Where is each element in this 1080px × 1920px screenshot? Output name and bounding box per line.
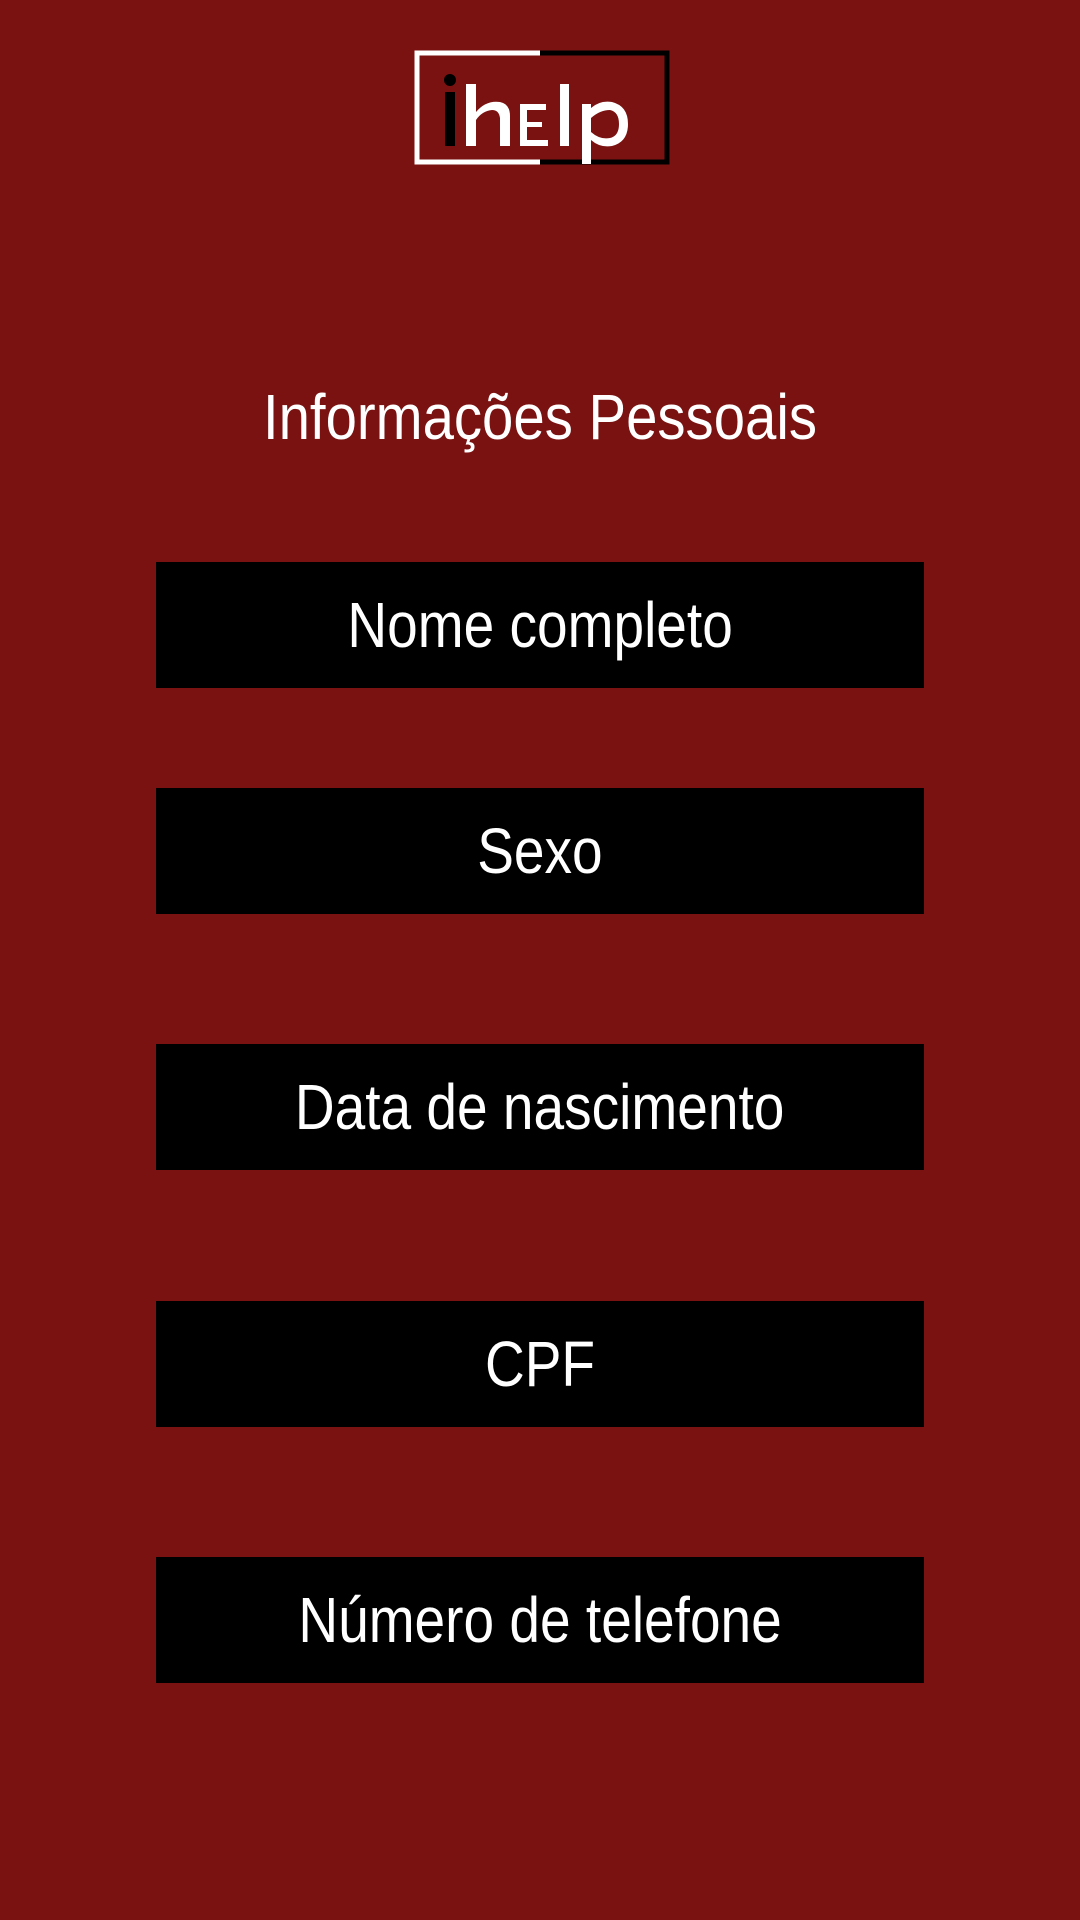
sex-placeholder: Sexo: [477, 815, 603, 887]
birth-date-placeholder: Data de nascimento: [295, 1071, 785, 1143]
birth-date-field[interactable]: Data de nascimento: [156, 1044, 924, 1170]
sex-field[interactable]: Sexo: [156, 788, 924, 914]
cpf-placeholder: CPF: [484, 1328, 596, 1400]
phone-number-placeholder: Número de telefone: [298, 1584, 782, 1656]
full-name-field[interactable]: Nome completo: [156, 562, 924, 688]
full-name-placeholder: Nome completo: [347, 589, 733, 661]
cpf-field[interactable]: CPF: [156, 1301, 924, 1427]
page-title: Informações Pessoais: [262, 381, 818, 453]
ihelp-logo: [414, 50, 670, 165]
phone-number-field[interactable]: Número de telefone: [156, 1557, 924, 1683]
